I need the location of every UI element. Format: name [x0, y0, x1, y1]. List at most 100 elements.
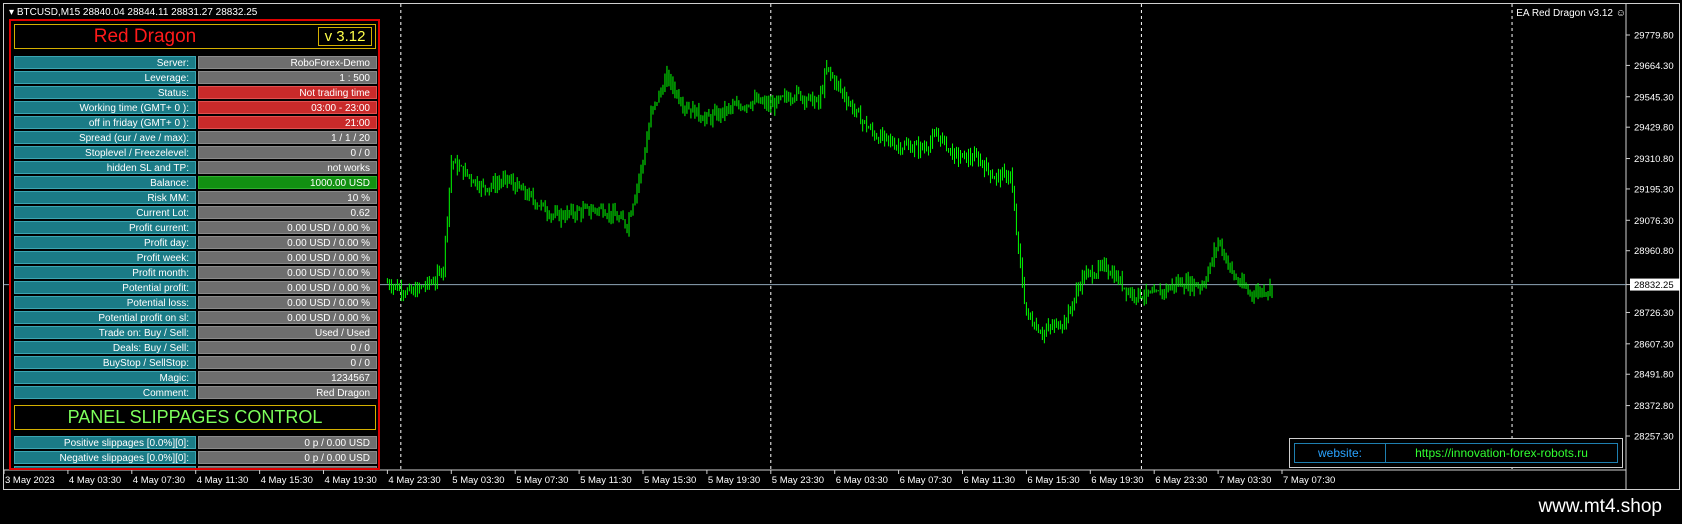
red-dragon-panel: Red Dragon v 3.12 Server: RoboForex-Demo L… — [9, 19, 380, 470]
row-label: Total slippages [0 deals]: — [14, 466, 196, 468]
time-label: 5 May 23:30 — [772, 475, 824, 486]
slippage-panel-title: PANEL SLIPPAGES CONTROL — [14, 405, 376, 430]
panel-version: v 3.12 — [318, 27, 372, 46]
row-value: RoboForex-Demo — [198, 56, 377, 69]
row-label: Current Lot: — [14, 206, 196, 219]
time-label: 6 May 19:30 — [1091, 475, 1143, 486]
chart-menu-arrow-icon[interactable]: ▾ — [9, 7, 14, 18]
row-label: Risk MM: — [14, 191, 196, 204]
website-box: website: https://innovation-forex-robots… — [1289, 438, 1623, 468]
slippage-table: Positive slippages [0.0%][0]: 0 p / 0.00 … — [14, 436, 377, 468]
row-label: Positive slippages [0.0%][0]: — [14, 436, 196, 449]
row-value: 0.00 USD / 0.00 % — [198, 311, 377, 324]
time-label: 4 May 19:30 — [325, 475, 377, 486]
row-label: Server: — [14, 56, 196, 69]
footer-bar — [0, 492, 1682, 524]
row-value: 1 : 500 — [198, 71, 377, 84]
row-label: Spread (cur / ave / max): — [14, 131, 196, 144]
price-label: 28372.80 — [1634, 401, 1674, 412]
time-label: 4 May 07:30 — [133, 475, 185, 486]
panel-row: Potential profit on sl: 0.00 USD / 0.00 % — [14, 311, 377, 324]
panel-row: Trade on: Buy / Sell: Used / Used — [14, 326, 377, 339]
row-value: 0.00 USD / 0.00 % — [198, 266, 377, 279]
panel-row: Current Lot: 0.62 — [14, 206, 377, 219]
panel-row: Stoplevel / Freezelevel: 0 / 0 — [14, 146, 377, 159]
row-value: 0 p / 0.00 USD — [198, 436, 377, 449]
panel-row: Profit day: 0.00 USD / 0.00 % — [14, 236, 377, 249]
panel-row: BuyStop / SellStop: 0 / 0 — [14, 356, 377, 369]
panel-row: Spread (cur / ave / max): 1 / 1 / 20 — [14, 131, 377, 144]
row-value: 0 p / 0.00 USD — [198, 466, 377, 468]
current-price-label: 28832.25 — [1634, 280, 1674, 291]
panel-row: Deals: Buy / Sell: 0 / 0 — [14, 341, 377, 354]
row-value: Not trading time — [198, 86, 377, 99]
time-label: 5 May 15:30 — [644, 475, 696, 486]
panel-title: Red Dragon — [93, 26, 197, 47]
row-value: not works — [198, 161, 377, 174]
time-label: 4 May 11:30 — [197, 475, 249, 486]
ea-name: EA Red Dragon v3.12 — [1516, 8, 1613, 19]
row-label: Magic: — [14, 371, 196, 384]
row-label: Comment: — [14, 386, 196, 399]
panel-row: Leverage: 1 : 500 — [14, 71, 377, 84]
price-label: 29545.30 — [1634, 92, 1674, 103]
website-link[interactable]: https://innovation-forex-robots.ru — [1386, 444, 1617, 462]
row-label: Trade on: Buy / Sell: — [14, 326, 196, 339]
website-label: website: — [1295, 444, 1386, 462]
panel-row: Profit week: 0.00 USD / 0.00 % — [14, 251, 377, 264]
row-value: 0.00 USD / 0.00 % — [198, 281, 377, 294]
time-label: 4 May 15:30 — [261, 475, 313, 486]
time-label: 6 May 15:30 — [1027, 475, 1079, 486]
row-value: 0 / 0 — [198, 146, 377, 159]
info-table: Server: RoboForex-Demo Leverage: 1 : 500 Sta… — [14, 56, 377, 401]
row-label: Profit month: — [14, 266, 196, 279]
watermark: www.mt4.shop — [1538, 496, 1662, 517]
row-value: Used / Used — [198, 326, 377, 339]
expert-advisor-label[interactable]: EA Red Dragon v3.12 ☺ — [1516, 8, 1626, 19]
row-value: 21:00 — [198, 116, 377, 129]
price-label: 29195.30 — [1634, 184, 1674, 195]
row-value: 1000.00 USD — [198, 176, 377, 189]
panel-row: Comment: Red Dragon — [14, 386, 377, 399]
row-label: Potential loss: — [14, 296, 196, 309]
row-value: 1234567 — [198, 371, 377, 384]
symbol-info: ▾ BTCUSD,M15 28840.04 28844.11 28831.27 … — [9, 7, 257, 18]
price-label: 29429.80 — [1634, 123, 1674, 134]
panel-row: Magic: 1234567 — [14, 371, 377, 384]
price-label: 29779.80 — [1634, 31, 1674, 42]
row-label: Profit current: — [14, 221, 196, 234]
row-value: 0 / 0 — [198, 341, 377, 354]
symbol-ohlc: BTCUSD,M15 28840.04 28844.11 28831.27 28… — [16, 7, 258, 18]
price-label: 28607.30 — [1634, 339, 1674, 350]
row-label: off in friday (GMT+ 0 ): — [14, 116, 196, 129]
panel-row: Server: RoboForex-Demo — [14, 56, 377, 69]
price-label: 28491.80 — [1634, 370, 1674, 381]
row-label: Deals: Buy / Sell: — [14, 341, 196, 354]
panel-row: Potential loss: 0.00 USD / 0.00 % — [14, 296, 377, 309]
row-label: Potential profit: — [14, 281, 196, 294]
panel-row: off in friday (GMT+ 0 ): 21:00 — [14, 116, 377, 129]
panel-row: Negative slippages [0.0%][0]: 0 p / 0.00 … — [14, 451, 377, 464]
panel-row: Status: Not trading time — [14, 86, 377, 99]
time-label: 7 May 07:30 — [1283, 475, 1335, 486]
row-value: 0.62 — [198, 206, 377, 219]
row-value: 03:00 - 23:00 — [198, 101, 377, 114]
row-value: 1 / 1 / 20 — [198, 131, 377, 144]
price-label: 29664.30 — [1634, 61, 1674, 72]
row-label: Potential profit on sl: — [14, 311, 196, 324]
row-value: Red Dragon — [198, 386, 377, 399]
time-label: 5 May 07:30 — [516, 475, 568, 486]
time-label: 5 May 03:30 — [452, 475, 504, 486]
row-value: 0.00 USD / 0.00 % — [198, 296, 377, 309]
time-label: 4 May 23:30 — [388, 475, 440, 486]
time-label: 3 May 2023 — [5, 475, 55, 486]
smiley-icon: ☺ — [1615, 8, 1626, 19]
row-label: Working time (GMT+ 0 ): — [14, 101, 196, 114]
row-label: Profit week: — [14, 251, 196, 264]
panel-row: Risk MM: 10 % — [14, 191, 377, 204]
row-value: 10 % — [198, 191, 377, 204]
panel-row: Balance: 1000.00 USD — [14, 176, 377, 189]
price-label: 29076.30 — [1634, 216, 1674, 227]
time-label: 7 May 03:30 — [1219, 475, 1271, 486]
time-label: 6 May 07:30 — [900, 475, 952, 486]
